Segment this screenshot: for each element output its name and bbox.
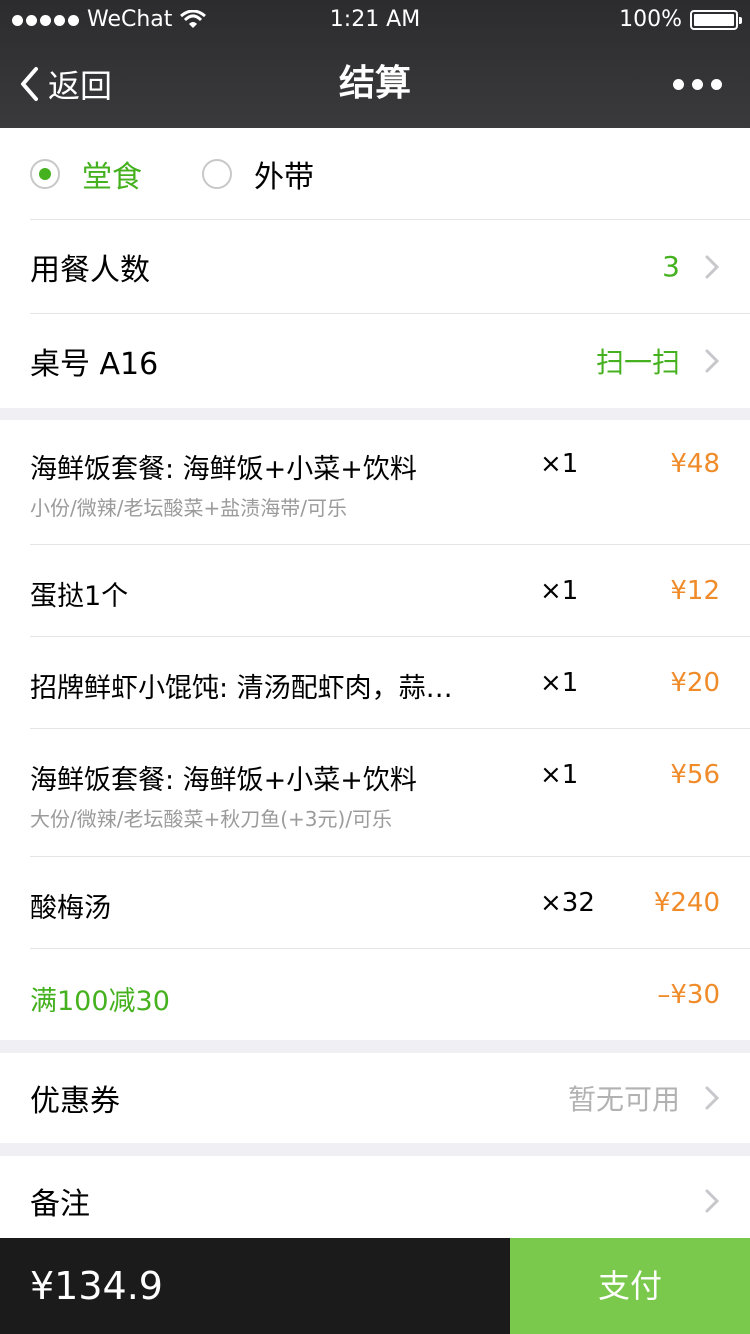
item-quantity: ×1 [540, 668, 579, 698]
takeaway-label: 外带 [254, 159, 314, 195]
item-price: ¥240 [653, 888, 720, 918]
dine-in-radio[interactable]: 堂食 [30, 152, 142, 196]
dine-in-label: 堂食 [82, 159, 142, 195]
dine-option-row: 堂食 外带 [30, 128, 750, 220]
navigation-bar: 返回 结算 [0, 40, 750, 128]
remark-row[interactable]: 备注 [30, 1156, 750, 1246]
takeaway-radio[interactable]: 外带 [202, 152, 314, 196]
total-amount: ¥134.9 [30, 1264, 163, 1308]
discount-amount: –¥30 [657, 980, 720, 1010]
scan-action: 扫一扫 [595, 346, 680, 379]
guest-count-row[interactable]: 用餐人数 3 [30, 220, 750, 314]
discount-label: 满100减30 [30, 986, 170, 1017]
remark-section: 备注 [0, 1156, 750, 1238]
list-item: 蛋挞1个 ×1 ¥12 [30, 545, 750, 637]
item-price: ¥48 [670, 449, 720, 479]
item-quantity: ×1 [540, 760, 579, 790]
table-number-label: 桌号 A16 [30, 347, 159, 382]
discount-row: 满100减30 –¥30 [30, 949, 750, 1040]
list-item: 海鲜饭套餐: 海鲜饭+小菜+饮料 大份/微辣/老坛酸菜+秋刀鱼(+3元)/可乐 … [30, 729, 750, 857]
item-quantity: ×1 [540, 576, 579, 606]
top-bar: WeChat 1:21 AM 100% 返回 结算 [0, 0, 750, 128]
item-options: 大份/微辣/老坛酸菜+秋刀鱼(+3元)/可乐 [30, 807, 393, 831]
status-bar: WeChat 1:21 AM 100% [0, 0, 750, 40]
table-number-row[interactable]: 桌号 A16 扫一扫 [30, 314, 750, 408]
coupon-row[interactable]: 优惠券 暂无可用 [30, 1053, 750, 1143]
item-name: 蛋挞1个 [30, 581, 129, 612]
pay-button[interactable]: 支付 [510, 1238, 750, 1334]
list-item: 海鲜饭套餐: 海鲜饭+小菜+饮料 小份/微辣/老坛酸菜+盐渍海带/可乐 ×1 ¥… [30, 420, 750, 545]
more-button[interactable] [673, 40, 722, 128]
item-price: ¥12 [670, 576, 720, 606]
list-item: 酸梅汤 ×32 ¥240 [30, 857, 750, 949]
item-name: 海鲜饭套餐: 海鲜饭+小菜+饮料 [30, 765, 417, 796]
item-quantity: ×1 [540, 449, 579, 479]
chevron-right-icon [705, 1189, 720, 1213]
guest-count-value: 3 [662, 250, 680, 283]
battery-group: 100% [619, 0, 742, 40]
list-item: 招牌鲜虾小馄饨: 清汤配虾肉，蒜… ×1 ¥20 [30, 637, 750, 729]
item-options: 小份/微辣/老坛酸菜+盐渍海带/可乐 [30, 496, 347, 520]
battery-icon [690, 10, 742, 30]
chevron-right-icon [705, 1086, 720, 1110]
battery-level [694, 14, 734, 26]
coupon-label: 优惠券 [30, 1084, 120, 1119]
radio-checked-icon [30, 158, 60, 189]
item-name: 海鲜饭套餐: 海鲜饭+小菜+饮料 [30, 454, 417, 485]
guest-count-label: 用餐人数 [30, 252, 150, 288]
battery-percent: 100% [619, 7, 682, 32]
chevron-right-icon [705, 255, 720, 278]
coupon-value: 暂无可用 [567, 1083, 680, 1116]
radio-unchecked-icon [202, 158, 232, 189]
item-price: ¥56 [670, 760, 720, 790]
coupon-section: 优惠券 暂无可用 [0, 1053, 750, 1143]
item-name: 招牌鲜虾小馄饨: 清汤配虾肉，蒜… [30, 673, 453, 704]
remark-label: 备注 [30, 1187, 90, 1222]
order-settings-section: 堂食 外带 用餐人数 3 桌号 A16 扫一扫 [0, 128, 750, 408]
item-price: ¥20 [670, 668, 720, 698]
item-name: 酸梅汤 [30, 893, 111, 924]
item-quantity: ×32 [540, 888, 595, 918]
order-items-section: 海鲜饭套餐: 海鲜饭+小菜+饮料 小份/微辣/老坛酸菜+盐渍海带/可乐 ×1 ¥… [0, 420, 750, 1040]
checkout-bar: ¥134.9 支付 [0, 1238, 750, 1334]
chevron-right-icon [705, 349, 720, 373]
page-title: 结算 [338, 63, 411, 104]
